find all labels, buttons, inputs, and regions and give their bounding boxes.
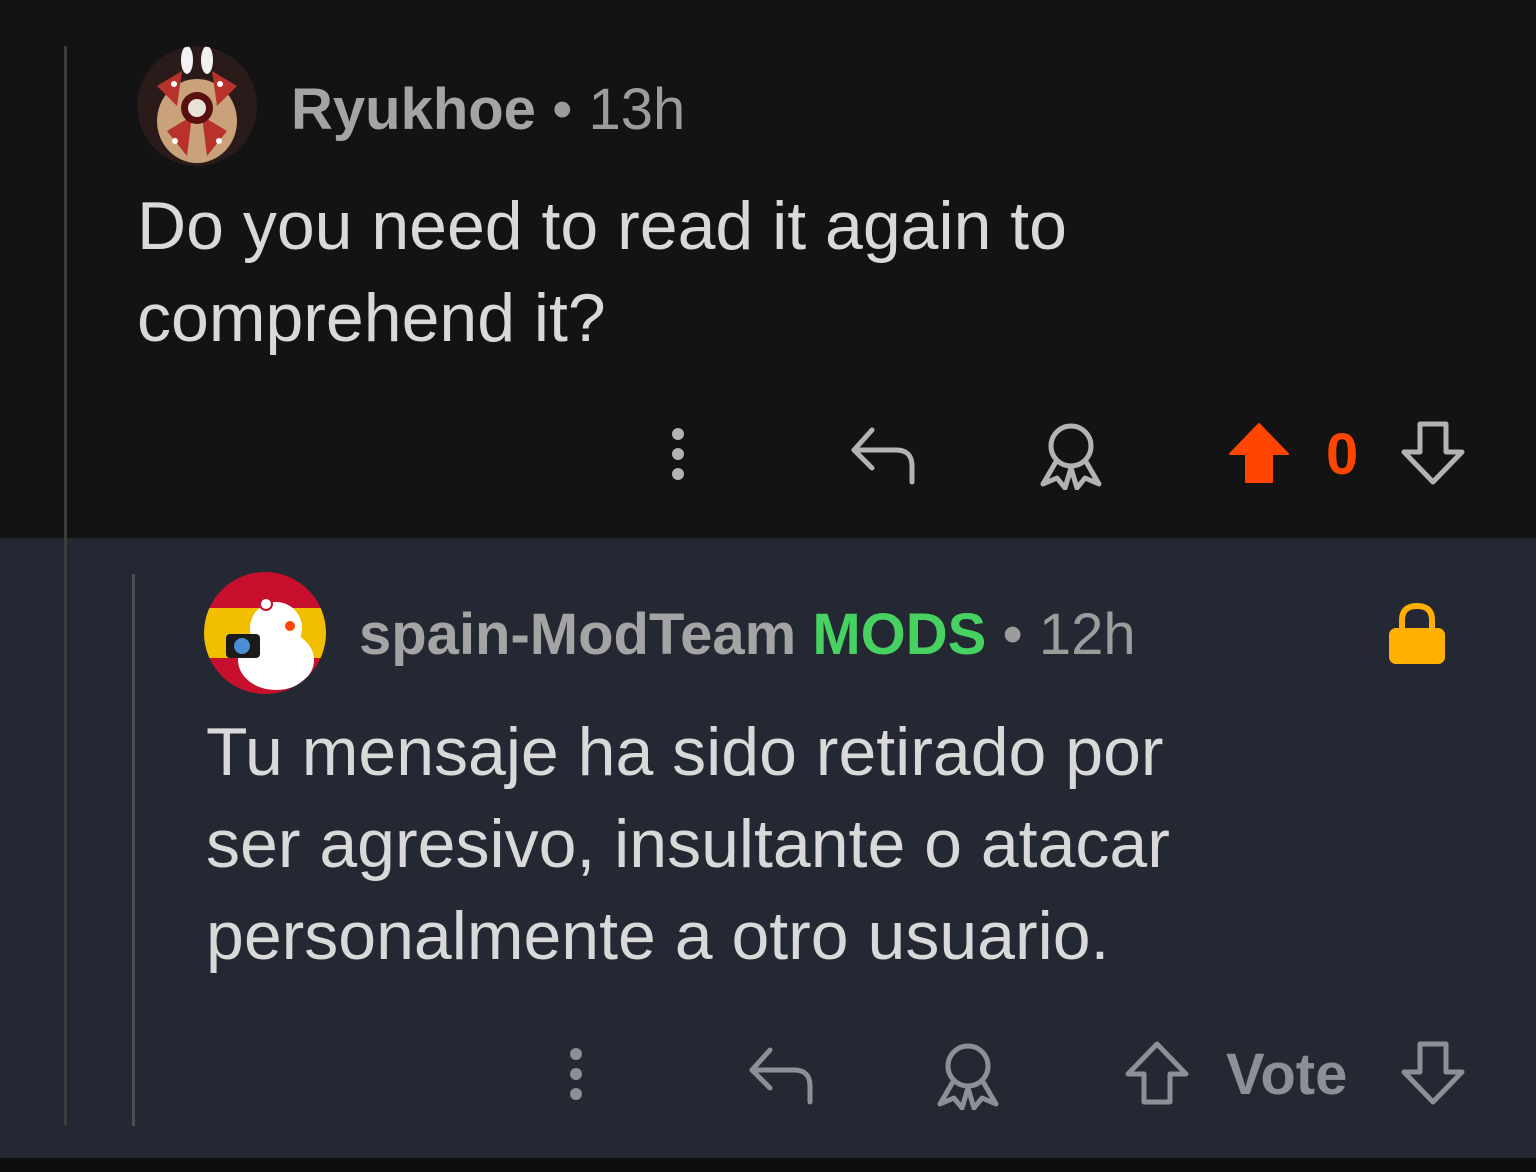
timestamp: 13h (588, 77, 686, 142)
downvote-icon[interactable] (1400, 420, 1466, 486)
award-icon[interactable] (932, 1038, 1004, 1110)
username[interactable]: Ryukhoe (291, 77, 536, 142)
comment-text-line: ser agresivo, insultante o atacar (206, 806, 1170, 882)
separator-dot: • (552, 77, 573, 142)
reply-icon[interactable] (746, 1042, 816, 1106)
upvote-icon[interactable] (1226, 420, 1292, 486)
comment-meta: Ryukhoe • 13h (291, 81, 685, 139)
avatar-spain-modteam[interactable] (204, 572, 326, 694)
thread-collapse-line-nested[interactable] (132, 574, 135, 1126)
comment-text-line: Do you need to read it again to (137, 188, 1067, 264)
divider (0, 1158, 1536, 1172)
vote-label: Vote (1226, 1042, 1348, 1107)
more-options-icon[interactable] (558, 1046, 594, 1102)
award-icon[interactable] (1035, 418, 1107, 490)
comment-text-line: personalmente a otro usuario. (206, 898, 1110, 974)
lock-icon (1389, 602, 1445, 664)
username[interactable]: spain-ModTeam (359, 602, 796, 667)
vote-score: 0 (1326, 422, 1359, 487)
comment-body: Do you need to read it again to comprehe… (137, 180, 1067, 364)
reply-body: Tu mensaje ha sido retirado por ser agre… (206, 706, 1170, 982)
reply-icon[interactable] (848, 422, 918, 486)
comment-text-line: comprehend it? (137, 280, 606, 356)
upvote-icon[interactable] (1124, 1040, 1190, 1106)
more-options-icon[interactable] (660, 426, 696, 482)
reply-meta: spain-ModTeam MODS • 12h (359, 606, 1136, 664)
timestamp: 12h (1038, 602, 1136, 667)
downvote-icon[interactable] (1400, 1040, 1466, 1106)
separator-dot: • (1002, 602, 1023, 667)
avatar-ryukhoe[interactable] (137, 46, 257, 166)
comment-text-line: Tu mensaje ha sido retirado por (206, 714, 1164, 790)
thread-collapse-line[interactable] (64, 46, 67, 1126)
mod-flair-badge: MODS (812, 602, 987, 667)
